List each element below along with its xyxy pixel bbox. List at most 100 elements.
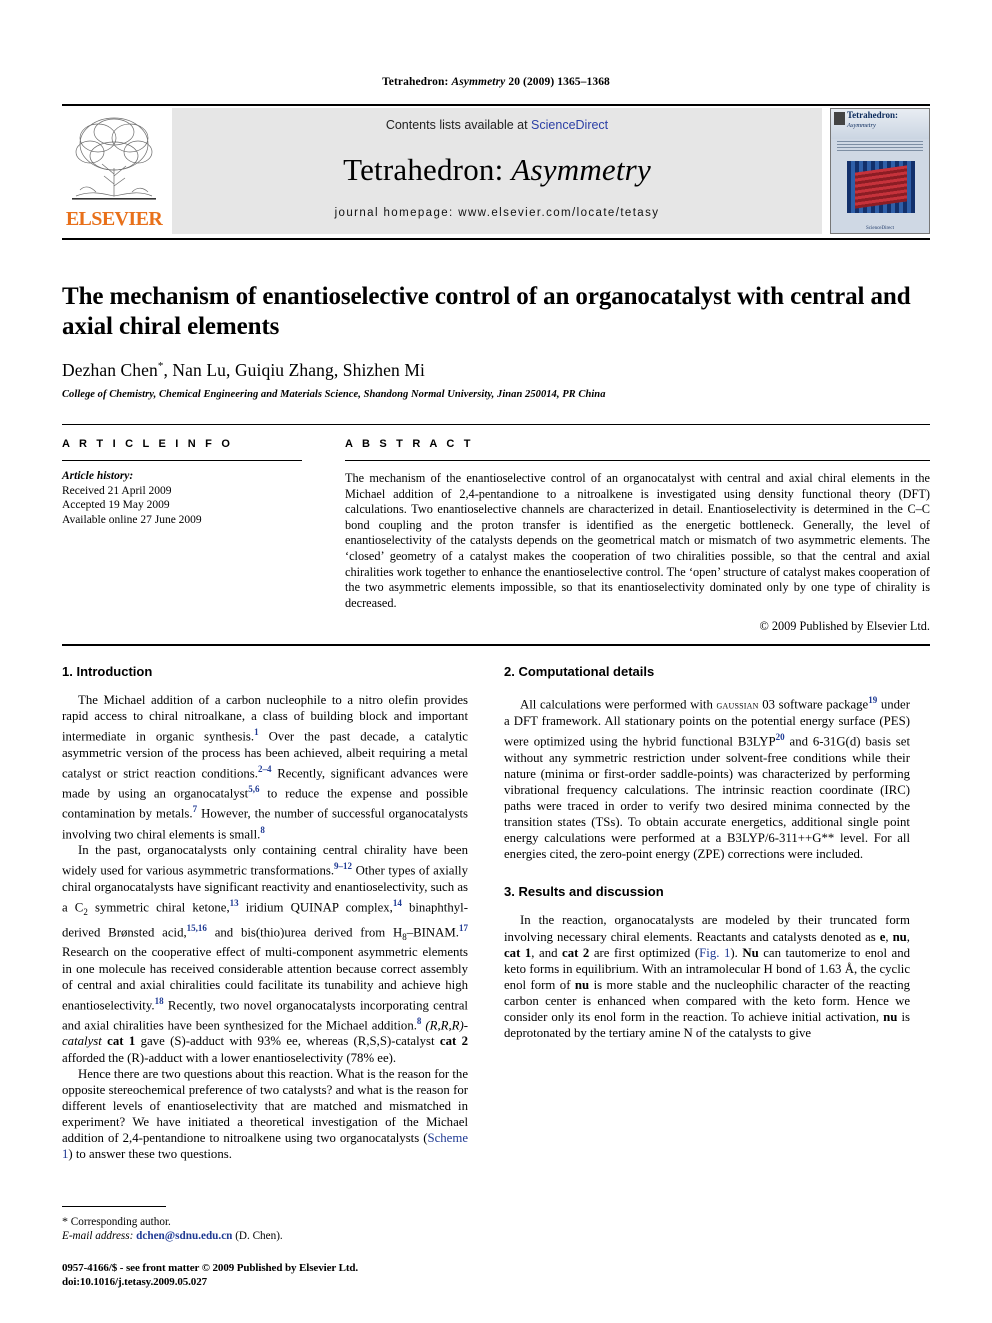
- article-info-heading: A R T I C L E I N F O: [62, 438, 234, 450]
- journal-band: Contents lists available at ScienceDirec…: [172, 108, 822, 234]
- journal-homepage[interactable]: journal homepage: www.elsevier.com/locat…: [172, 207, 822, 219]
- t: ).: [730, 945, 743, 960]
- history-label: Article history:: [62, 470, 134, 482]
- section-heading-results: 3. Results and discussion: [504, 884, 664, 900]
- header-rule: [62, 104, 930, 106]
- reference-marker[interactable]: 13: [230, 898, 239, 908]
- t: ,: [906, 929, 910, 944]
- cover-title-sub: Asymmetry: [847, 122, 876, 129]
- reference-marker[interactable]: 5,6: [248, 784, 259, 794]
- intro-paragraph-1: The Michael addition of a carbon nucleop…: [62, 692, 468, 842]
- t: All calculations were performed with: [520, 697, 717, 712]
- journal-masthead: ELSEVIER Contents lists available at Sci…: [62, 108, 930, 234]
- figure-link[interactable]: Fig. 1: [699, 946, 730, 960]
- page-footer: 0957-4166/$ - see front matter © 2009 Pu…: [62, 1262, 562, 1289]
- reference-marker[interactable]: 19: [868, 695, 877, 705]
- catalyst-label: cat 1: [107, 1034, 136, 1049]
- reference-marker[interactable]: 8: [260, 825, 265, 835]
- email-label: E-mail address:: [62, 1230, 134, 1242]
- cover-title-main: Tetrahedron:: [847, 110, 899, 120]
- reference-marker[interactable]: 15,16: [187, 923, 207, 933]
- abstract-text: The mechanism of the enantioselective co…: [345, 471, 930, 610]
- elsevier-tree-icon: [72, 117, 156, 200]
- elsevier-wordmark: ELSEVIER: [65, 208, 163, 230]
- doi-line: doi:10.1016/j.tetasy.2009.05.027: [62, 1275, 207, 1288]
- intro-paragraph-2: In the past, organocatalysts only contai…: [62, 842, 468, 1066]
- journal-title-italic: Asymmetry: [511, 152, 651, 187]
- abstract-bottom-rule: [62, 644, 930, 646]
- t: gave (S)-adduct with 93% ee, whereas (R,…: [135, 1034, 440, 1049]
- elsevier-logo: ELSEVIER: [62, 108, 166, 234]
- reference-marker[interactable]: 9–12: [334, 861, 352, 871]
- running-head-journal-italic: Asymmetry: [451, 76, 506, 88]
- running-head: Tetrahedron: Asymmetry 20 (2009) 1365–13…: [0, 76, 992, 88]
- software-name: gaussian: [716, 699, 759, 712]
- reference-marker[interactable]: 17: [459, 923, 468, 933]
- article-history: Article history: Received 21 April 2009 …: [62, 469, 302, 527]
- corresponding-author-note: * Corresponding author.: [62, 1214, 468, 1229]
- reference-marker[interactable]: 2–4: [258, 764, 272, 774]
- email-owner: (D. Chen).: [235, 1230, 283, 1242]
- journal-title: Tetrahedron: Asymmetry: [172, 152, 822, 188]
- reference-marker[interactable]: 14: [393, 898, 402, 908]
- t: are first optimized (: [589, 945, 700, 960]
- abstract-copyright: © 2009 Published by Elsevier Ltd.: [759, 619, 930, 634]
- contents-prefix: Contents lists available at: [385, 118, 532, 132]
- t: In the reaction, organocatalysts are mod…: [504, 913, 910, 944]
- cover-footer-logo: ScienceDirect: [865, 226, 895, 231]
- contents-list-line: Contents lists available at ScienceDirec…: [172, 118, 822, 132]
- sciencedirect-link[interactable]: ScienceDirect: [531, 118, 608, 132]
- catalyst-label: cat 2: [439, 1034, 469, 1049]
- reference-marker[interactable]: 20: [776, 732, 785, 742]
- cover-title: Tetrahedron: Asymmetry: [847, 111, 927, 130]
- species-label: nu: [892, 929, 907, 944]
- t: ) to answer these two questions.: [68, 1147, 232, 1162]
- abstract-column: A B S T R A C T The mechanism of the ena…: [345, 438, 930, 634]
- issn-copyright-line: 0957-4166/$ - see front matter © 2009 Pu…: [62, 1262, 359, 1274]
- history-accepted: Accepted 19 May 2009: [62, 499, 170, 511]
- cover-badge-icon: [834, 112, 845, 125]
- t: and bis(thio)urea derived from H: [206, 924, 403, 939]
- article-page: Tetrahedron: Asymmetry 20 (2009) 1365–13…: [0, 0, 992, 1323]
- t: Hence there are two questions about this…: [62, 1066, 468, 1145]
- left-column: 1. Introduction The Michael addition of …: [62, 664, 468, 1162]
- species-label: nu: [574, 977, 590, 992]
- page-title: The mechanism of enantioselective contro…: [62, 283, 911, 340]
- footnote-block: * Corresponding author. E-mail address: …: [62, 1206, 468, 1243]
- abstract-heading: A B S T R A C T: [345, 438, 474, 450]
- section-heading-introduction: 1. Introduction: [62, 664, 153, 679]
- abstract-rule: [345, 460, 930, 461]
- intro-paragraph-3: Hence there are two questions about this…: [62, 1066, 468, 1163]
- species-label: Nu: [742, 945, 759, 960]
- author-rest: , Nan Lu, Guiqiu Zhang, Shizhen Mi: [163, 360, 425, 380]
- reference-marker[interactable]: 18: [155, 996, 164, 1006]
- right-column: 2. Computational details All calculation…: [504, 664, 910, 1041]
- author-list: Dezhan Chen*, Nan Lu, Guiqiu Zhang, Shiz…: [62, 360, 930, 381]
- history-available-online: Available online 27 June 2009: [62, 513, 202, 526]
- journal-title-main: Tetrahedron:: [343, 152, 512, 187]
- species-label: nu: [883, 1010, 898, 1025]
- cover-text-lines: [837, 141, 923, 157]
- computational-paragraph-1: All calculations were performed with gau…: [504, 692, 910, 862]
- species-label: cat 2: [562, 945, 590, 960]
- journal-cover-thumbnail: Tetrahedron: Asymmetry ScienceDirect: [830, 108, 930, 234]
- author-primary: Dezhan Chen: [62, 360, 158, 380]
- email-note: E-mail address: dchen@sdnu.edu.cn (D. Ch…: [62, 1229, 468, 1243]
- t: afforded the (R)-adduct with a lower ena…: [62, 1050, 397, 1065]
- running-head-citation: 20 (2009) 1365–1368: [508, 76, 610, 88]
- email-link[interactable]: dchen@sdnu.edu.cn: [136, 1230, 232, 1242]
- t: ,: [885, 929, 893, 944]
- results-paragraph-1: In the reaction, organocatalysts are mod…: [504, 912, 910, 1041]
- t: symmetric chiral ketone,: [87, 899, 230, 914]
- running-head-journal: Tetrahedron:: [382, 76, 449, 88]
- article-info-rule: [62, 460, 302, 461]
- species-label: cat 1: [504, 945, 532, 960]
- t: iridium QUINAP complex,: [238, 899, 393, 914]
- t: 03 software package: [758, 697, 869, 712]
- footnote-star-marker: *: [62, 1214, 68, 1228]
- affiliation: College of Chemistry, Chemical Engineeri…: [62, 389, 606, 400]
- title-bottom-rule: [62, 424, 930, 425]
- t: and 6-31G(d) basis set without any symme…: [504, 734, 911, 862]
- t: , and: [531, 945, 563, 960]
- section-heading-computational-details: 2. Computational details: [504, 664, 655, 679]
